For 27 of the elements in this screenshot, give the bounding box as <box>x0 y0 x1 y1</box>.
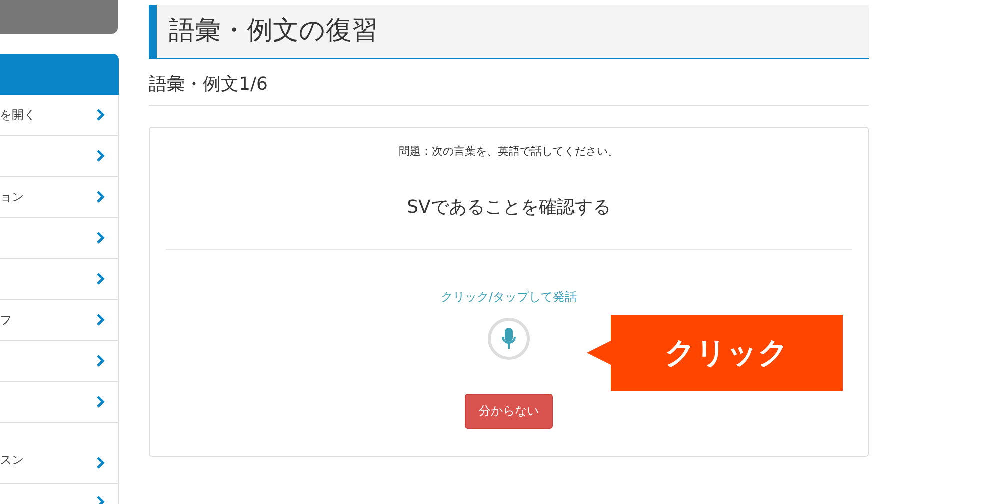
chevron-right-icon <box>97 314 105 326</box>
chevron-right-icon <box>97 273 105 285</box>
callout-pointer <box>587 341 611 365</box>
chevron-right-icon <box>97 109 105 121</box>
chevron-right-icon <box>97 191 105 203</box>
dont-know-button[interactable]: 分からない <box>465 394 553 429</box>
sidebar-item[interactable]: スン <box>0 423 118 484</box>
question-instruction: 問題：次の言葉を、英語で話してください。 <box>399 144 619 159</box>
chevron-right-icon <box>97 457 105 469</box>
microphone-icon <box>502 328 516 350</box>
callout-label: クリック <box>611 315 843 391</box>
speak-hint: クリック/タップして発話 <box>440 289 578 306</box>
prompt-text: SVであることを確認する <box>407 196 611 219</box>
chevron-right-icon <box>97 355 105 367</box>
chevron-right-icon <box>97 232 105 244</box>
chevron-right-icon <box>97 150 105 162</box>
sidebar-item[interactable]: を開く <box>0 95 118 136</box>
page-title: 語彙・例文の復習 <box>149 5 869 59</box>
sidebar-item-label: を開く <box>0 106 36 124</box>
section-title: 語彙・例文1/6 <box>149 69 869 106</box>
chevron-right-icon <box>97 396 105 408</box>
sidebar-item[interactable]: フ <box>0 300 118 341</box>
microphone-button[interactable] <box>488 318 530 360</box>
sidebar-item-label: ョン <box>0 188 24 206</box>
sidebar-item[interactable]: ョン <box>0 177 118 218</box>
sidebar-item-label: フ <box>0 312 12 328</box>
sidebar-item-label: スン <box>0 452 24 469</box>
